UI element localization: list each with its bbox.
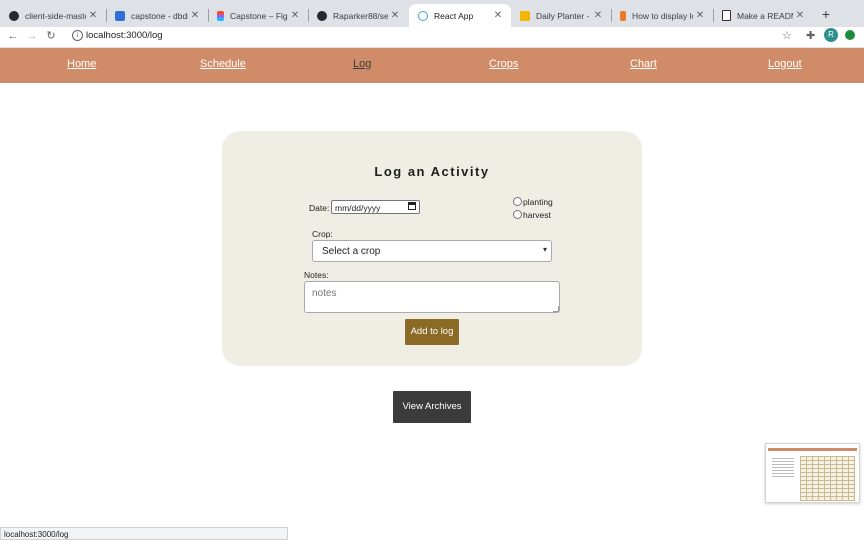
site-info-icon[interactable]: i xyxy=(72,30,83,41)
tab-close-icon[interactable]: ✕ xyxy=(188,10,202,21)
notes-textarea[interactable]: notes xyxy=(304,281,560,313)
tab-close-icon[interactable]: ✕ xyxy=(491,10,505,21)
address-url[interactable]: localhost:3000/log xyxy=(86,30,163,41)
tab-close-icon[interactable]: ✕ xyxy=(86,10,100,21)
back-icon[interactable]: ← xyxy=(5,28,21,44)
nav-link-home[interactable]: Home xyxy=(67,58,96,70)
nav-link-crops[interactable]: Crops xyxy=(489,58,518,70)
page-preview-thumbnail[interactable] xyxy=(765,443,860,503)
tab-close-icon[interactable]: ✕ xyxy=(793,10,807,21)
browser-tab[interactable]: capstone - dbdiagr ✕ xyxy=(106,4,208,27)
extension-icon[interactable] xyxy=(845,30,855,40)
browser-tab[interactable]: Raparker88/seedli ✕ xyxy=(308,4,408,27)
tab-title: capstone - dbdiagr xyxy=(131,10,188,21)
address-bar[interactable]: i localhost:3000/log xyxy=(64,27,806,46)
site-navbar: Home Schedule Log Crops Chart Logout xyxy=(0,48,864,83)
add-to-log-button[interactable]: Add to log xyxy=(405,319,459,345)
harvest-radio-label[interactable]: harvest xyxy=(523,210,551,220)
document-icon xyxy=(722,10,731,21)
view-archives-button[interactable]: View Archives xyxy=(393,391,471,423)
new-tab-button[interactable]: + xyxy=(818,6,834,22)
browser-tab[interactable]: Daily Planter - Go ✕ xyxy=(511,4,611,27)
browser-tab[interactable]: client-side-master ✕ xyxy=(0,4,106,27)
thumbnail-navbar xyxy=(768,448,857,451)
browser-tab[interactable]: Make a README ✕ xyxy=(713,4,813,27)
tab-close-icon[interactable]: ✕ xyxy=(288,10,302,21)
nav-link-schedule[interactable]: Schedule xyxy=(200,58,246,70)
planting-radio-label[interactable]: planting xyxy=(523,197,553,207)
crop-label: Crop: xyxy=(312,229,333,239)
browser-toolbar: ← → ↻ i localhost:3000/log ☆ ✚ R xyxy=(0,27,864,48)
tab-title: Raparker88/seedli xyxy=(333,10,388,21)
reload-icon[interactable]: ↻ xyxy=(43,28,59,44)
github-icon xyxy=(317,10,327,21)
forward-icon[interactable]: → xyxy=(24,28,40,44)
browser-tab-active[interactable]: React App ✕ xyxy=(409,4,511,27)
browser-tab[interactable]: Capstone – Figma ✕ xyxy=(208,4,308,27)
tab-title: Daily Planter - Go xyxy=(536,10,591,21)
figma-icon xyxy=(217,10,224,21)
tab-title: React App xyxy=(434,10,474,21)
react-icon xyxy=(418,10,428,21)
tab-close-icon[interactable]: ✕ xyxy=(591,10,605,21)
tab-title: How to display loc xyxy=(632,10,693,21)
tab-title: Capstone – Figma xyxy=(230,10,288,21)
thumbnail-table xyxy=(800,456,855,501)
dbdiagram-icon xyxy=(115,10,125,21)
thumbnail-sidebar xyxy=(772,458,794,478)
google-slides-icon xyxy=(520,10,530,21)
nav-link-log[interactable]: Log xyxy=(353,58,371,70)
crop-select[interactable]: Select a crop ▾ xyxy=(312,240,552,262)
date-input[interactable]: mm/dd/yyyy xyxy=(331,200,420,214)
bookmark-star-icon[interactable]: ☆ xyxy=(782,29,792,42)
nav-link-chart[interactable]: Chart xyxy=(630,58,657,70)
tab-title: Make a README xyxy=(737,10,793,21)
calendar-icon[interactable] xyxy=(408,202,416,210)
tab-close-icon[interactable]: ✕ xyxy=(388,10,402,21)
nav-link-logout[interactable]: Logout xyxy=(768,58,802,70)
browser-tab[interactable]: How to display loc ✕ xyxy=(611,4,713,27)
form-heading: Log an Activity xyxy=(374,164,490,179)
harvest-radio[interactable] xyxy=(513,210,522,219)
browser-tab-strip: client-side-master ✕ capstone - dbdiagr … xyxy=(0,0,864,27)
crop-select-value: Select a crop xyxy=(322,246,381,257)
date-label: Date: xyxy=(309,203,330,213)
github-icon xyxy=(9,10,19,21)
profile-avatar[interactable]: R xyxy=(824,28,838,42)
status-bar: localhost:3000/log xyxy=(0,527,288,540)
tab-close-icon[interactable]: ✕ xyxy=(693,10,707,21)
tab-title: client-side-master xyxy=(25,10,86,21)
resize-grip-icon[interactable] xyxy=(553,306,559,312)
notes-label: Notes: xyxy=(304,270,329,280)
stackoverflow-icon xyxy=(620,10,626,21)
extensions-icon[interactable]: ✚ xyxy=(806,29,815,42)
planting-radio[interactable] xyxy=(513,197,522,206)
chevron-down-icon: ▾ xyxy=(542,245,547,254)
